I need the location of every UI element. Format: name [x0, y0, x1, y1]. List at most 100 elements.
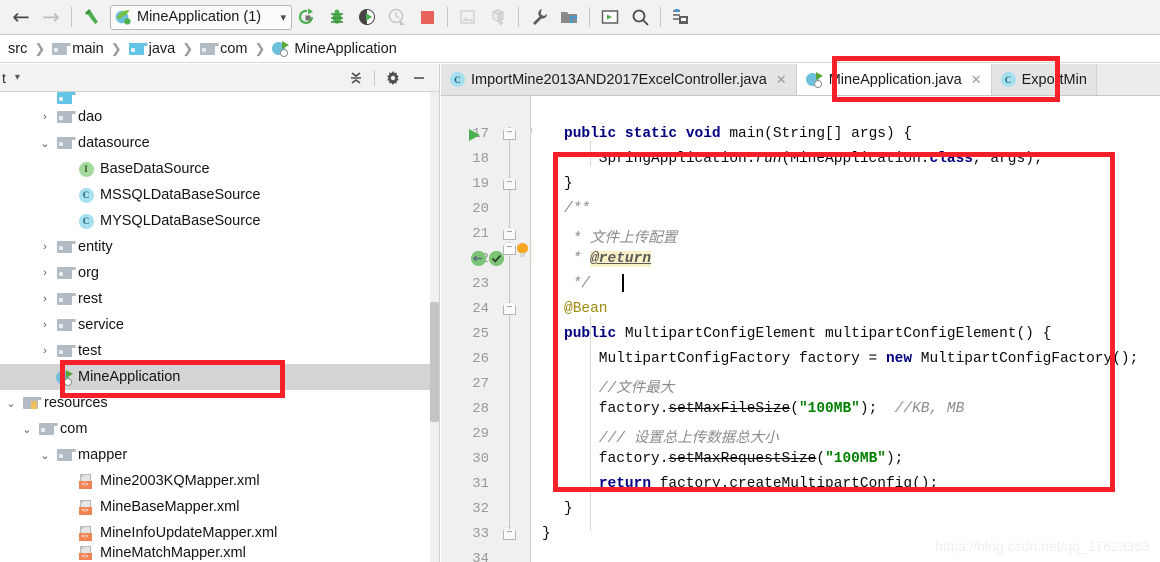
twisty-collapsed-icon[interactable]: ›	[36, 293, 54, 305]
tree-item-resources-com[interactable]: ⌄ com	[0, 416, 439, 442]
run-with-coverage-button[interactable]	[352, 3, 382, 31]
panel-divider	[374, 69, 375, 86]
line-number: 27	[472, 376, 489, 392]
breadcrumb-label: src	[8, 40, 28, 57]
hide-panel-button[interactable]	[406, 66, 432, 90]
settings-button[interactable]	[524, 3, 554, 31]
profile-button[interactable]	[382, 3, 412, 31]
search-everywhere-button[interactable]	[625, 3, 655, 31]
fold-marker[interactable]: −	[503, 127, 516, 140]
project-tree[interactable]: › dao ⌄ datasource I BaseDataSource C MS…	[0, 92, 439, 562]
tab-mineapplication[interactable]: MineApplication.java ✕	[796, 64, 992, 95]
twisty-collapsed-icon[interactable]: ›	[36, 345, 54, 357]
twisty-collapsed-icon[interactable]: ›	[36, 241, 54, 253]
twisty-collapsed-icon[interactable]: ›	[36, 267, 54, 279]
build-project-button[interactable]	[77, 3, 107, 31]
breadcrumb-item-src[interactable]: src	[3, 41, 27, 57]
breadcrumb-item-mineapplication[interactable]: MineApplication	[272, 41, 397, 57]
folder-icon	[54, 319, 76, 331]
line-number: 26	[472, 351, 489, 367]
collapse-all-button[interactable]	[343, 66, 369, 90]
code-line-27: //文件最大	[598, 381, 675, 397]
breadcrumb-item-java[interactable]: java	[128, 41, 175, 57]
gear-icon	[387, 70, 399, 85]
chevron-down-icon[interactable]: ▾	[15, 72, 20, 83]
line-number: 33	[472, 526, 489, 542]
update-app-button[interactable]	[453, 3, 483, 31]
tab-exportmine[interactable]: C ExportMin	[991, 64, 1097, 95]
run-configuration-selector[interactable]: MineApplication (1) ▾	[110, 4, 292, 30]
twisty-expanded-icon[interactable]: ⌄	[36, 449, 54, 462]
tree-item-org[interactable]: › org	[0, 260, 439, 286]
project-panel-header: t ▾	[0, 64, 439, 92]
fold-marker[interactable]: −	[503, 242, 516, 255]
twisty-expanded-icon[interactable]: ⌄	[2, 397, 20, 410]
tree-item-mineinfoupdatemapper[interactable]: <> MineInfoUpdateMapper.xml	[0, 520, 439, 546]
scrollbar-thumb[interactable]	[430, 302, 439, 422]
close-icon[interactable]: ✕	[971, 72, 982, 88]
tree-row-partial-top[interactable]	[0, 92, 439, 104]
breadcrumb-separator: ❯	[254, 40, 266, 56]
twisty-collapsed-icon[interactable]: ›	[36, 319, 54, 331]
tab-importmine2013and2017excelcontroller[interactable]: C ImportMine2013AND2017ExcelController.j…	[441, 64, 797, 95]
breadcrumb-item-main[interactable]: main	[52, 41, 104, 57]
tree-item-service[interactable]: › service	[0, 312, 439, 338]
navigate-forward-button[interactable]: →	[36, 3, 66, 31]
chevron-down-icon: ▾	[280, 11, 286, 24]
run-coverage-icon	[359, 9, 375, 25]
deploy-button[interactable]	[483, 3, 513, 31]
tree-item-label: Mine2003KQMapper.xml	[100, 473, 260, 489]
tree-item-mine2003kqmapper[interactable]: <> Mine2003KQMapper.xml	[0, 468, 439, 494]
run-icon	[298, 8, 314, 24]
tree-item-entity[interactable]: › entity	[0, 234, 439, 260]
breadcrumb-separator: ❯	[34, 40, 46, 56]
tree-item-minebasemapper[interactable]: <> MineBaseMapper.xml	[0, 494, 439, 520]
code-line-24: @Bean	[564, 301, 608, 317]
main-toolbar: ← → MineApplication (1) ▾	[0, 0, 1160, 35]
tree-item-dao[interactable]: › dao	[0, 104, 439, 130]
editor-tab-bar: C ImportMine2013AND2017ExcelController.j…	[441, 64, 1160, 96]
tree-item-resources[interactable]: ⌄ resources	[0, 390, 439, 416]
intention-bulb-icon[interactable]	[517, 243, 528, 257]
tree-item-datasource[interactable]: ⌄ datasource	[0, 130, 439, 156]
fold-marker[interactable]: −	[503, 302, 516, 315]
run-button[interactable]	[292, 3, 322, 31]
code-editor[interactable]: 17 18 19 20 21 22 23 24 25 26 27 28 29 3…	[441, 96, 1160, 562]
spring-bean-navigate-icon[interactable]	[471, 251, 486, 266]
project-tree-scrollbar[interactable]	[430, 92, 439, 562]
close-icon[interactable]: ✕	[776, 72, 787, 88]
tree-item-mineapplication[interactable]: MineApplication	[0, 364, 439, 390]
panel-settings-button[interactable]	[380, 66, 406, 90]
tree-item-test[interactable]: › test	[0, 338, 439, 364]
terminal-button[interactable]	[595, 3, 625, 31]
xml-icon: <>	[76, 499, 96, 515]
stop-button[interactable]	[412, 3, 442, 31]
code-line-23: */	[564, 276, 591, 292]
deploy-box-icon	[491, 8, 505, 26]
run-main-gutter-icon[interactable]	[469, 129, 480, 141]
tree-item-label: BaseDataSource	[100, 161, 210, 177]
code-line-22: * @return	[564, 251, 652, 267]
save-all-button[interactable]	[666, 3, 696, 31]
twisty-expanded-icon[interactable]: ⌄	[18, 423, 36, 436]
code-text-area[interactable]: public static void main(String[] args) {…	[532, 96, 1160, 562]
tree-item-mapper[interactable]: ⌄ mapper	[0, 442, 439, 468]
editor-gutter[interactable]: 17 18 19 20 21 22 23 24 25 26 27 28 29 3…	[441, 96, 531, 562]
tree-item-mysqldatabasesource[interactable]: C MYSQLDataBaseSource	[0, 208, 439, 234]
tree-item-mssqldatabasesource[interactable]: C MSSQLDataBaseSource	[0, 182, 439, 208]
fold-marker[interactable]: −	[503, 227, 516, 240]
navigate-back-button[interactable]: ←	[6, 3, 36, 31]
tree-item-basedatasource[interactable]: I BaseDataSource	[0, 156, 439, 182]
twisty-expanded-icon[interactable]: ⌄	[36, 137, 54, 150]
fold-region-line	[509, 190, 510, 228]
breadcrumb-item-com[interactable]: com	[200, 41, 248, 57]
twisty-collapsed-icon[interactable]: ›	[36, 111, 54, 123]
spring-bean-checked-icon[interactable]	[489, 251, 504, 266]
xml-icon: <>	[76, 473, 96, 489]
fold-marker[interactable]: −	[503, 177, 516, 190]
code-line-25: public MultipartConfigElement multipartC…	[564, 326, 1052, 342]
project-structure-button[interactable]	[554, 3, 584, 31]
tree-item-rest[interactable]: › rest	[0, 286, 439, 312]
tree-item-minematchmapper[interactable]: <> MineMatchMapper.xml	[0, 546, 439, 560]
debug-button[interactable]	[322, 3, 352, 31]
